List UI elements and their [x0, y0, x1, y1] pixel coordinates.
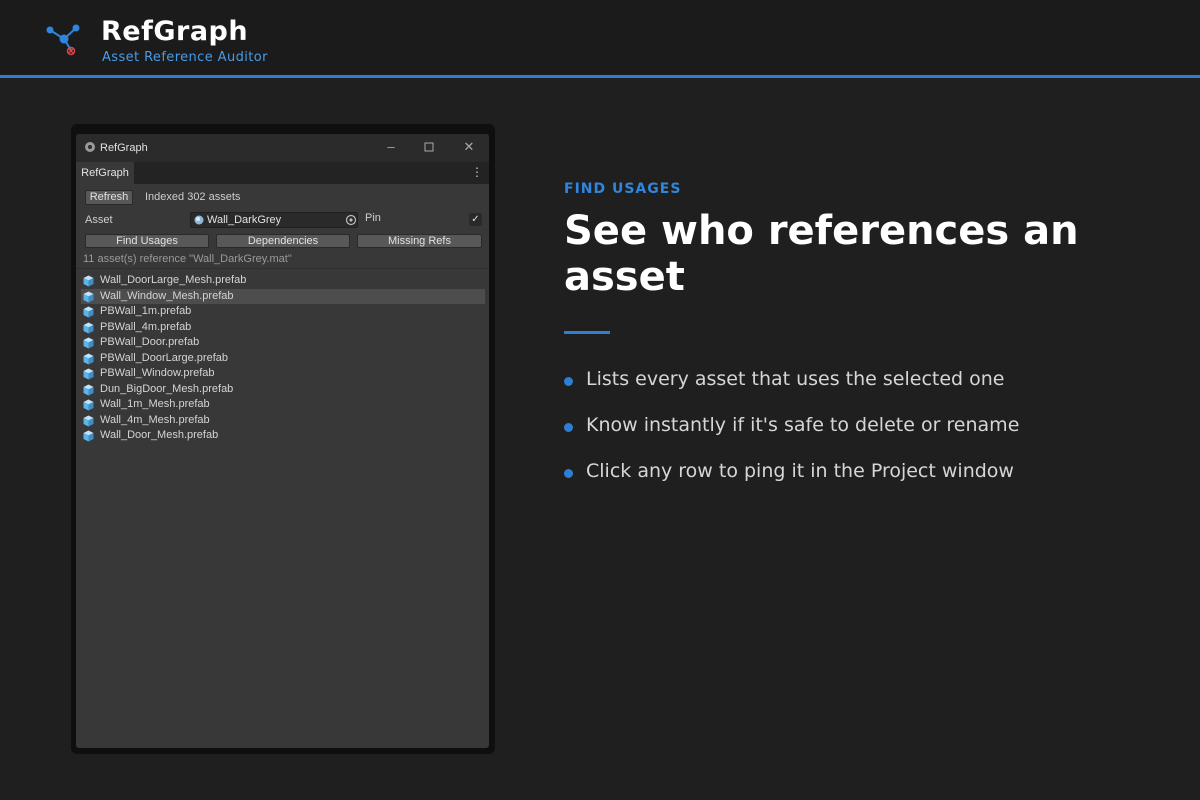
bullet-text: Click any row to ping it in the Project …: [586, 460, 1014, 482]
result-row[interactable]: PBWall_1m.prefab: [81, 304, 485, 320]
brand-subtitle: Asset Reference Auditor: [102, 50, 268, 65]
close-icon[interactable]: ✕: [462, 140, 476, 154]
result-row[interactable]: PBWall_4m.prefab: [81, 320, 485, 336]
maximize-icon[interactable]: [422, 140, 436, 154]
result-row-label: PBWall_Window.prefab: [100, 367, 215, 379]
result-row-label: PBWall_DoorLarge.prefab: [100, 351, 228, 364]
result-row-label: Wall_1m_Mesh.prefab: [100, 398, 210, 410]
window-titlebar[interactable]: RefGraph – ✕: [76, 134, 489, 162]
bullet-dot: [564, 423, 573, 432]
result-row-label: PBWall_Door.prefab: [100, 336, 200, 348]
app-header: RefGraph Asset Reference Auditor: [0, 0, 1200, 78]
results-list: Wall_DoorLarge_Mesh.prefab Wall_Window_Me…: [81, 273, 485, 444]
section-eyebrow: FIND USAGES: [564, 181, 682, 197]
asset-object-field[interactable]: Wall_DarkGrey: [190, 212, 358, 228]
prefab-icon: [83, 415, 94, 426]
refgraph-editor-window: RefGraph – ✕ RefGraph ⋮ Refresh Indexed …: [76, 134, 489, 748]
result-row-label: Dun_BigDoor_Mesh.prefab: [100, 382, 234, 395]
result-row-label: Wall_Door_Mesh.prefab: [100, 429, 219, 441]
results-divider: [76, 268, 489, 269]
result-row[interactable]: Wall_4m_Mesh.prefab: [81, 413, 485, 429]
result-row[interactable]: Wall_Window_Mesh.prefab: [81, 288, 485, 304]
result-summary: 11 asset(s) reference "Wall_DarkGrey.mat…: [83, 253, 292, 265]
accent-divider: [564, 331, 610, 334]
result-row[interactable]: PBWall_DoorLarge.prefab: [81, 351, 485, 367]
bullet-dot: [564, 377, 573, 386]
result-row-label: Wall_DoorLarge_Mesh.prefab: [100, 274, 247, 286]
find-usages-button[interactable]: Find Usages: [85, 234, 209, 248]
result-row[interactable]: Dun_BigDoor_Mesh.prefab: [81, 382, 485, 398]
prefab-icon: [83, 430, 94, 442]
material-icon: [194, 215, 204, 225]
prefab-icon: [83, 368, 94, 380]
refgraph-logo-icon: [46, 24, 80, 56]
result-row[interactable]: Wall_1m_Mesh.prefab: [81, 397, 485, 413]
headline: See who references an asset: [564, 208, 1079, 300]
tab-refgraph[interactable]: RefGraph: [76, 162, 134, 184]
pin-checkbox[interactable]: ✓: [469, 213, 482, 226]
prefab-icon: [83, 353, 94, 364]
prefab-icon: [83, 306, 94, 318]
object-picker-icon[interactable]: [344, 213, 358, 227]
prefab-icon: [83, 275, 94, 287]
result-row[interactable]: PBWall_Window.prefab: [81, 366, 485, 382]
indexed-count: Indexed 302 assets: [145, 191, 241, 203]
result-row-label: Wall_Window_Mesh.prefab: [100, 289, 234, 302]
bullet-text: Know instantly if it's safe to delete or…: [586, 414, 1020, 436]
prefab-icon: [83, 384, 94, 395]
refresh-button[interactable]: Refresh: [85, 190, 133, 205]
asset-label: Asset: [85, 214, 113, 226]
unity-window-icon: [85, 142, 95, 152]
result-row-label: Wall_4m_Mesh.prefab: [100, 413, 210, 426]
tab-strip: RefGraph ⋮: [76, 162, 489, 184]
prefab-icon: [83, 337, 94, 349]
result-row[interactable]: Wall_DoorLarge_Mesh.prefab: [81, 273, 485, 289]
result-row-label: PBWall_1m.prefab: [100, 305, 192, 317]
missing-refs-button[interactable]: Missing Refs: [357, 234, 482, 248]
minimize-icon[interactable]: –: [384, 140, 398, 154]
pin-label: Pin: [365, 212, 381, 224]
result-row[interactable]: PBWall_Door.prefab: [81, 335, 485, 351]
more-options-icon[interactable]: ⋮: [471, 165, 483, 179]
bullet-dot: [564, 469, 573, 478]
dependencies-button[interactable]: Dependencies: [216, 234, 350, 248]
result-row[interactable]: Wall_Door_Mesh.prefab: [81, 428, 485, 444]
asset-field-value: Wall_DarkGrey: [207, 214, 282, 226]
bullet-text: Lists every asset that uses the selected…: [586, 368, 1005, 390]
window-title: RefGraph: [100, 142, 148, 154]
prefab-icon: [83, 291, 94, 302]
prefab-icon: [83, 322, 94, 333]
result-row-label: PBWall_4m.prefab: [100, 320, 192, 333]
brand-title: RefGraph: [101, 16, 249, 47]
prefab-icon: [83, 399, 94, 411]
